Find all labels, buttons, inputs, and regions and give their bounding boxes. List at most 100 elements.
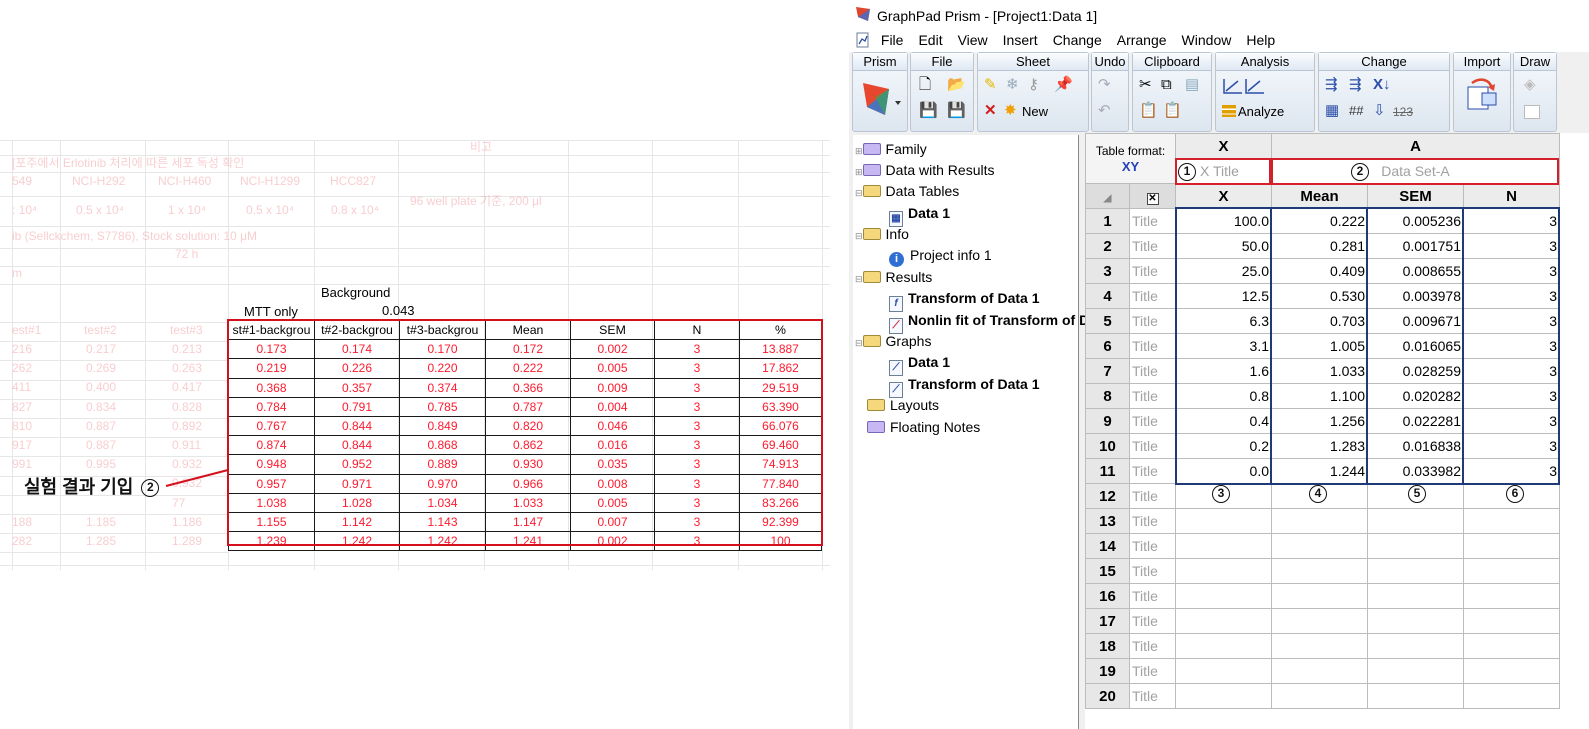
results-cell[interactable]: 1.242 bbox=[399, 531, 486, 552]
data-cell[interactable] bbox=[1367, 533, 1464, 559]
draw-shape-icon[interactable]: ◈ bbox=[1524, 77, 1536, 93]
results-cell[interactable]: 0.957 bbox=[228, 473, 315, 494]
results-cell[interactable]: 17.862 bbox=[739, 358, 822, 379]
results-cell[interactable]: 0.970 bbox=[399, 473, 486, 494]
data-cell[interactable]: 0.022281 bbox=[1367, 408, 1464, 434]
data-cell[interactable]: 0.016838 bbox=[1367, 433, 1464, 459]
results-cell[interactable]: 1.143 bbox=[399, 511, 486, 533]
results-cell[interactable]: 3 bbox=[654, 435, 740, 456]
data-cell[interactable]: 1.033 bbox=[1271, 358, 1368, 384]
tree-item-data-1[interactable]: ▦ Data 1 bbox=[889, 205, 950, 227]
analyze-button[interactable]: Analyze bbox=[1238, 104, 1284, 119]
data-cell[interactable]: 0.281 bbox=[1271, 233, 1368, 259]
tree-item-project-info[interactable]: i Project info 1 bbox=[889, 247, 992, 267]
row-title[interactable]: Title bbox=[1129, 583, 1176, 609]
data-cell[interactable] bbox=[1367, 508, 1464, 534]
row-title[interactable]: Title bbox=[1129, 408, 1176, 434]
dataset-title-cell[interactable]: Data Set-A bbox=[1271, 158, 1560, 184]
row-title[interactable]: Title bbox=[1129, 258, 1176, 284]
data-cell[interactable]: 0.033982 bbox=[1367, 458, 1464, 484]
data-cell[interactable] bbox=[1271, 558, 1368, 584]
tree-item-data-with-results[interactable]: ⊞ Data with Results bbox=[855, 162, 994, 178]
data-cell[interactable]: 0.020282 bbox=[1367, 383, 1464, 409]
menu-change[interactable]: Change bbox=[1053, 32, 1102, 48]
data-cell[interactable]: 1.244 bbox=[1271, 458, 1368, 484]
results-cell[interactable]: 0.173 bbox=[228, 339, 315, 360]
row-title[interactable]: Title bbox=[1129, 308, 1176, 334]
data-cell[interactable] bbox=[1367, 583, 1464, 609]
results-cell[interactable]: 0.785 bbox=[399, 396, 486, 417]
row-title[interactable]: Title bbox=[1129, 483, 1176, 509]
close-cell[interactable]: ✕ bbox=[1129, 183, 1176, 209]
row-title[interactable]: Title bbox=[1129, 458, 1176, 484]
results-cell[interactable]: 0.844 bbox=[314, 435, 400, 456]
results-cell[interactable]: 100 bbox=[739, 531, 822, 552]
row-title[interactable]: Title bbox=[1129, 683, 1176, 709]
results-cell[interactable]: 0.005 bbox=[570, 358, 655, 379]
results-cell[interactable]: 0.170 bbox=[399, 339, 486, 360]
results-cell[interactable]: 0.174 bbox=[314, 339, 400, 360]
results-cell[interactable]: 0.220 bbox=[399, 358, 486, 379]
results-cell[interactable]: 0.222 bbox=[485, 358, 571, 379]
row-title[interactable]: Title bbox=[1129, 508, 1176, 534]
results-cell[interactable]: 0.374 bbox=[399, 377, 486, 398]
results-cell[interactable]: 0.007 bbox=[570, 511, 655, 533]
results-cell[interactable]: 1.033 bbox=[485, 492, 571, 513]
data-cell[interactable]: 3 bbox=[1463, 333, 1560, 359]
results-cell[interactable]: 0.966 bbox=[485, 473, 571, 494]
results-cell[interactable]: 1.028 bbox=[314, 492, 400, 513]
results-cell[interactable]: 1.038 bbox=[228, 492, 315, 513]
data-cell[interactable]: 3 bbox=[1463, 408, 1560, 434]
corner-cell[interactable]: ◢ bbox=[1085, 183, 1130, 209]
results-cell[interactable]: 0.787 bbox=[485, 396, 571, 417]
results-cell[interactable]: 0.004 bbox=[570, 396, 655, 417]
clear-format-icon[interactable]: 123 bbox=[1393, 104, 1413, 120]
row-title[interactable]: Title bbox=[1129, 533, 1176, 559]
close-icon[interactable]: ✕ bbox=[1146, 192, 1159, 205]
results-cell[interactable]: 1.239 bbox=[228, 531, 315, 552]
pin-icon[interactable]: 📌 bbox=[1054, 77, 1073, 93]
data-cell[interactable]: 3 bbox=[1463, 283, 1560, 309]
results-cell[interactable]: 0.930 bbox=[485, 454, 571, 475]
data-cell[interactable]: 3 bbox=[1463, 233, 1560, 259]
data-cell[interactable]: 3 bbox=[1463, 383, 1560, 409]
results-cell[interactable]: 3 bbox=[654, 339, 740, 360]
data-cell[interactable]: 0.009671 bbox=[1367, 308, 1464, 334]
results-cell[interactable]: 83.266 bbox=[739, 492, 822, 513]
data-cell[interactable] bbox=[1463, 633, 1560, 659]
row-title[interactable]: Title bbox=[1129, 333, 1176, 359]
data-cell[interactable] bbox=[1271, 633, 1368, 659]
data-cell[interactable] bbox=[1271, 533, 1368, 559]
data-cell[interactable] bbox=[1271, 683, 1368, 709]
cut-icon[interactable]: ✂ bbox=[1139, 77, 1152, 93]
paste-icon[interactable]: 📋 bbox=[1139, 103, 1158, 119]
data-cell[interactable] bbox=[1463, 508, 1560, 534]
menu-edit[interactable]: Edit bbox=[918, 32, 942, 48]
new-file-icon[interactable]: 🗋 bbox=[919, 77, 931, 93]
data-cell[interactable] bbox=[1271, 583, 1368, 609]
tree-item-graph-transform[interactable]: ⟋ Transform of Data 1 bbox=[889, 376, 1039, 398]
data-cell[interactable]: 0.005236 bbox=[1367, 208, 1464, 234]
data-cell[interactable] bbox=[1367, 558, 1464, 584]
results-cell[interactable]: 63.390 bbox=[739, 396, 822, 417]
results-cell[interactable]: 0.008 bbox=[570, 473, 655, 494]
results-cell[interactable]: 0.172 bbox=[485, 339, 571, 360]
data-cell[interactable]: 25.0 bbox=[1175, 258, 1272, 284]
data-cell[interactable]: 12.5 bbox=[1175, 283, 1272, 309]
results-cell[interactable]: 1.241 bbox=[485, 531, 571, 552]
data-cell[interactable] bbox=[1271, 508, 1368, 534]
undo-icon[interactable]: ↶ bbox=[1098, 103, 1111, 119]
change-rows-icon[interactable]: ⇶ bbox=[1349, 77, 1362, 93]
tree-item-info[interactable]: ⊟ Info bbox=[855, 226, 909, 242]
snowflake-icon[interactable]: ❄ bbox=[1006, 77, 1019, 93]
data-cell[interactable] bbox=[1463, 558, 1560, 584]
results-cell[interactable]: 3 bbox=[654, 492, 740, 513]
results-cell[interactable]: 0.948 bbox=[228, 454, 315, 475]
data-cell[interactable]: 1.256 bbox=[1271, 408, 1368, 434]
results-cell[interactable]: 0.952 bbox=[314, 454, 400, 475]
results-cell[interactable]: 29.519 bbox=[739, 377, 822, 398]
results-cell[interactable]: 0.868 bbox=[399, 435, 486, 456]
data-cell[interactable] bbox=[1175, 558, 1272, 584]
results-cell[interactable]: 3 bbox=[654, 511, 740, 533]
change-columns-icon[interactable]: ⇶ bbox=[1325, 77, 1338, 93]
